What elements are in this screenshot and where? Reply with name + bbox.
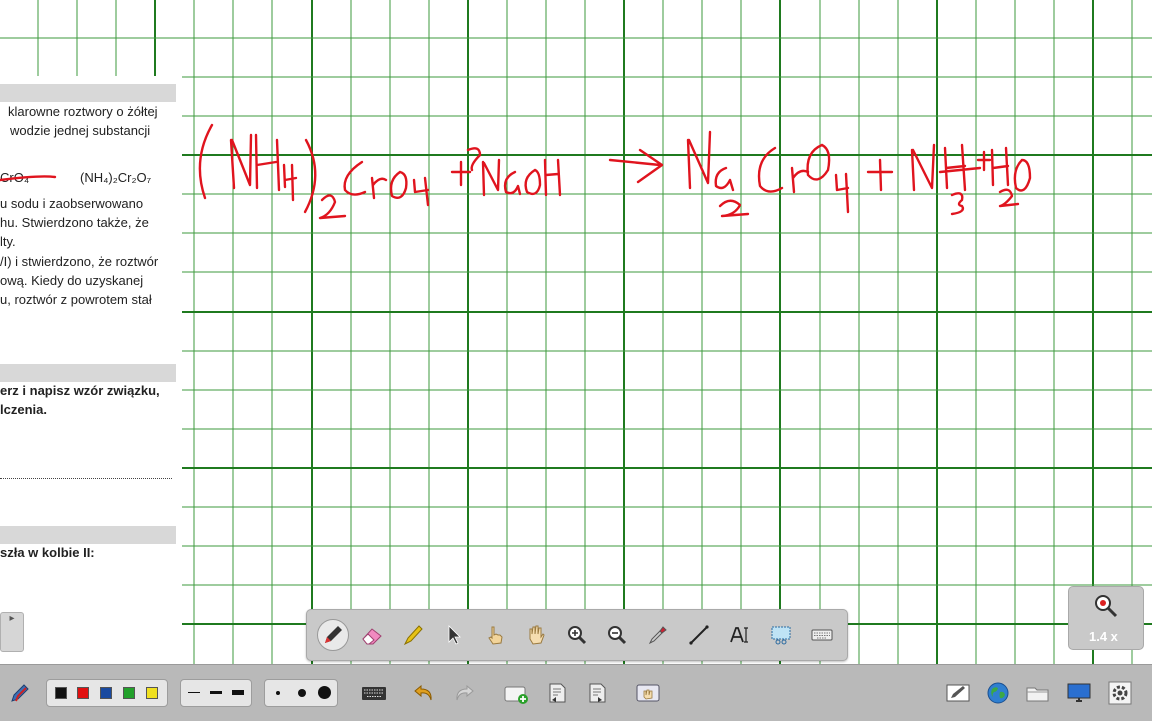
handwritten-equation <box>0 123 1032 220</box>
dot-size-large[interactable] <box>318 686 331 699</box>
ink-stroke <box>608 148 664 184</box>
color-swatch-blue[interactable] <box>100 687 112 699</box>
ink-stroke <box>450 160 472 187</box>
color-swatch-red[interactable] <box>77 687 89 699</box>
floating-toolbar <box>306 609 848 661</box>
ink-stroke <box>910 143 936 192</box>
next-page-icon[interactable] <box>583 679 611 707</box>
line-width-selector <box>180 679 252 707</box>
line-icon[interactable] <box>683 619 715 651</box>
ink-stroke <box>389 170 408 199</box>
screen-capture-icon[interactable] <box>765 619 797 651</box>
ink-stroke <box>998 188 1020 208</box>
zoom-widget[interactable]: 1.4 x <box>1068 586 1144 650</box>
ink-stroke <box>466 147 482 172</box>
handwriting-layer <box>0 123 1032 220</box>
ink-stroke <box>481 158 501 197</box>
ink-stroke <box>318 194 347 220</box>
highlighter-icon[interactable] <box>397 619 429 651</box>
color-swatch-green[interactable] <box>123 687 135 699</box>
dot-size-selector <box>264 679 338 707</box>
ink-stroke <box>950 192 965 216</box>
on-screen-keyboard-icon[interactable] <box>360 679 388 707</box>
page-next-arrow-icon[interactable]: ▸ <box>9 613 14 624</box>
ink-stroke <box>806 143 831 181</box>
display-icon[interactable] <box>1065 679 1093 707</box>
ink-stroke <box>524 168 542 196</box>
select-arrow-icon[interactable] <box>438 619 470 651</box>
ink-stroke <box>198 123 214 200</box>
undo-icon[interactable] <box>410 679 438 707</box>
gesture-icon[interactable] <box>634 679 662 707</box>
ink-stroke <box>757 146 784 193</box>
ink-stroke <box>503 170 522 196</box>
whiteboard-canvas[interactable]: klarowne roztwory o żółtej wodzie jednej… <box>0 0 1152 664</box>
pen-settings-icon[interactable] <box>944 679 972 707</box>
redo-icon[interactable] <box>450 679 478 707</box>
ink-stroke <box>370 176 388 200</box>
line-width-medium[interactable] <box>210 691 222 694</box>
pen-icon[interactable] <box>317 619 349 651</box>
bottom-toolbar <box>0 664 1152 721</box>
ink-stroke <box>543 158 562 197</box>
ink-stroke <box>718 199 750 218</box>
dot-size-medium[interactable] <box>298 689 306 697</box>
ink-stroke <box>1013 158 1032 192</box>
zoom-out-icon[interactable] <box>601 619 633 651</box>
folder-icon[interactable] <box>1024 679 1052 707</box>
ink-stroke <box>686 130 712 190</box>
zoom-in-icon[interactable] <box>561 619 593 651</box>
globe-icon[interactable] <box>984 679 1012 707</box>
pointer-hand-icon[interactable] <box>479 619 511 651</box>
pan-hand-icon[interactable] <box>520 619 552 651</box>
dot-size-small[interactable] <box>276 691 280 695</box>
zoom-magnifier-icon[interactable] <box>1093 593 1119 619</box>
line-width-thin[interactable] <box>188 692 200 693</box>
ink-stroke <box>866 158 894 192</box>
text-tool-icon[interactable] <box>724 619 756 651</box>
ink-stroke <box>990 146 1010 187</box>
color-swatch-yellow[interactable] <box>146 687 158 699</box>
ink-stroke <box>834 172 850 214</box>
color-palette <box>46 679 168 707</box>
color-picker-icon[interactable] <box>642 619 674 651</box>
ink-stroke <box>0 175 57 182</box>
color-swatch-black[interactable] <box>55 687 67 699</box>
zoom-level-label: 1.4 x <box>1089 629 1118 644</box>
eraser-icon[interactable] <box>356 619 388 651</box>
page-navigator[interactable]: ▸ <box>0 612 24 652</box>
ink-stroke <box>282 163 298 202</box>
ink-stroke <box>938 143 982 192</box>
ink-stroke <box>303 138 317 214</box>
ink-stroke <box>343 160 367 196</box>
line-width-thick[interactable] <box>232 690 244 695</box>
previous-page-icon[interactable] <box>543 679 571 707</box>
ink-stroke <box>229 133 281 192</box>
ink-stroke <box>714 166 735 192</box>
keyboard-icon[interactable] <box>806 619 838 651</box>
add-page-icon[interactable] <box>502 679 530 707</box>
ink-stroke <box>412 176 430 207</box>
ink-stroke <box>790 166 810 194</box>
pen-settings-icon[interactable] <box>6 679 34 707</box>
gear-icon[interactable] <box>1106 679 1134 707</box>
